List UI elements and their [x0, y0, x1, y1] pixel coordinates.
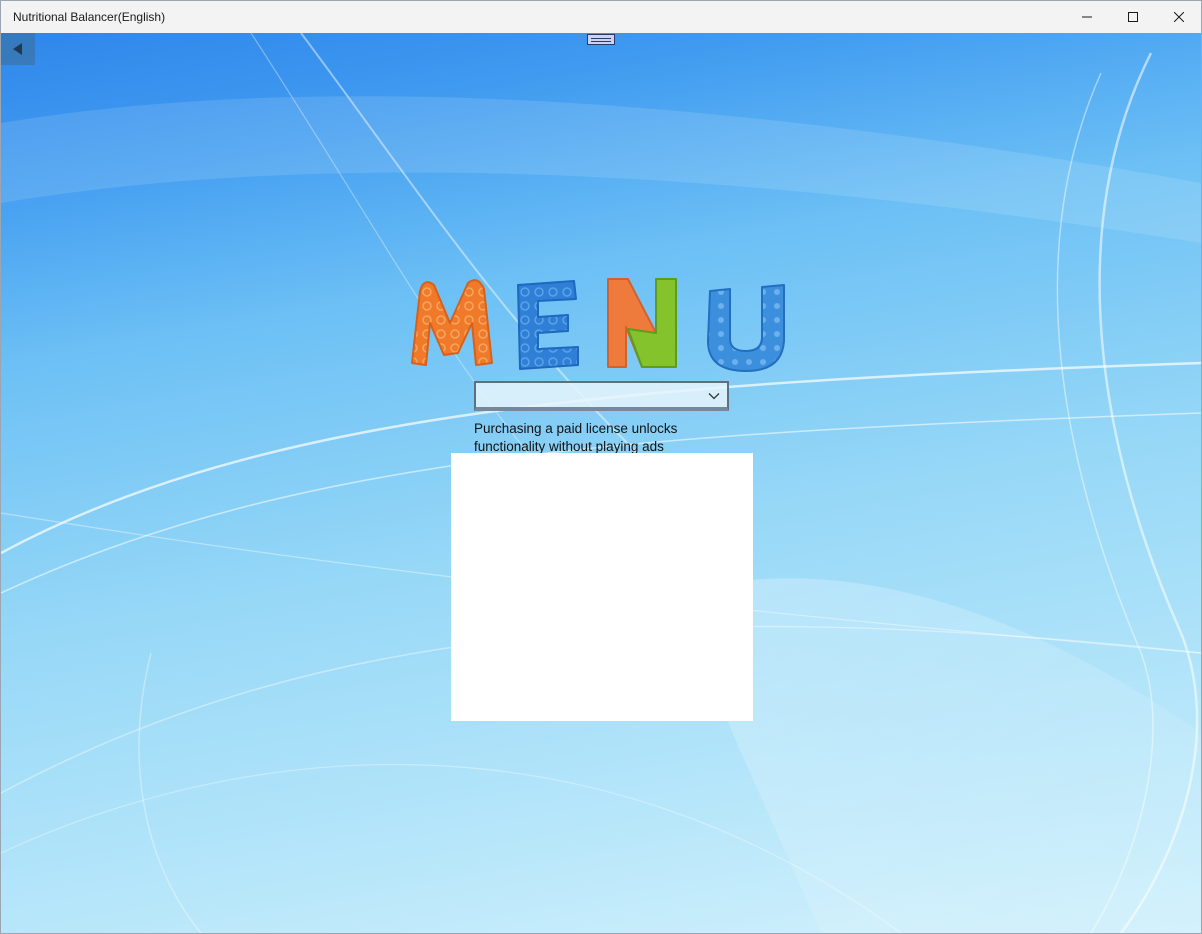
license-text-line-1: Purchasing a paid license unlocks: [474, 421, 678, 436]
logo-letter-u: [707, 284, 785, 372]
window-title: Nutritional Balancer(English): [13, 10, 166, 24]
close-button[interactable]: [1156, 1, 1201, 33]
minimize-button[interactable]: [1064, 1, 1110, 33]
ad-placeholder[interactable]: [451, 453, 753, 721]
menu-logo-image: [411, 278, 785, 372]
drag-handle-button[interactable]: [587, 34, 615, 45]
chevron-down-icon: [708, 393, 720, 400]
back-arrow-icon: [13, 43, 22, 55]
close-icon: [1174, 12, 1184, 22]
license-info-text: Purchasing a paid license unlocks functi…: [474, 420, 734, 456]
logo-letter-e: [517, 280, 579, 370]
drag-handle-icon: [591, 37, 611, 39]
title-bar[interactable]: Nutritional Balancer(English): [1, 1, 1201, 33]
menu-select-dropdown[interactable]: [474, 381, 729, 411]
back-button[interactable]: [1, 33, 35, 65]
app-window: Nutritional Balancer(English) Purchasing…: [0, 0, 1202, 934]
minimize-icon: [1082, 16, 1092, 18]
app-content: Purchasing a paid license unlocks functi…: [1, 33, 1201, 933]
maximize-icon: [1128, 12, 1138, 22]
logo-letter-m: [411, 279, 493, 366]
maximize-button[interactable]: [1110, 1, 1156, 33]
